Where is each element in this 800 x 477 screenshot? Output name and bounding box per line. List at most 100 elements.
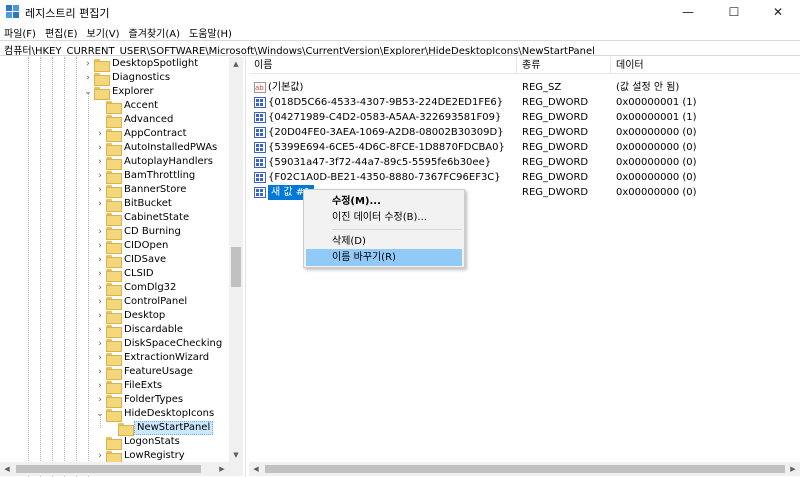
tree-item[interactable]: › LowRegistry <box>0 449 229 464</box>
value-row[interactable]: {20D04FE0-3AEA-1069-A2D8-08002B30309D} RE… <box>249 125 800 140</box>
chevron-right-icon[interactable]: › <box>95 309 105 323</box>
folder-icon <box>106 185 122 198</box>
tree-item[interactable]: › DesktopSpotlight <box>0 57 229 72</box>
tree-item[interactable]: › ExtractionWizard <box>0 351 229 366</box>
chevron-right-icon[interactable]: › <box>95 365 105 379</box>
tree-item[interactable]: › CIDOpen <box>0 239 229 254</box>
dword-value-icon <box>254 97 266 108</box>
chevron-right-icon[interactable] <box>95 99 105 113</box>
tree-item[interactable]: › BitBucket <box>0 197 229 212</box>
close-button[interactable]: ✕ <box>756 0 800 24</box>
chevron-right-icon[interactable]: › <box>95 295 105 309</box>
tree-vertical-scrollbar[interactable]: ▲ ▼ <box>229 57 243 462</box>
tree-item[interactable]: ⌄ Explorer <box>0 85 229 100</box>
tree-item[interactable]: Accent <box>0 99 229 114</box>
chevron-right-icon[interactable]: › <box>95 239 105 253</box>
tree-item[interactable]: › CLSID <box>0 267 229 282</box>
chevron-right-icon[interactable]: › <box>95 449 105 463</box>
minimize-button[interactable]: — <box>666 0 710 24</box>
chevron-right-icon[interactable]: › <box>95 225 105 239</box>
scroll-left-arrow-icon[interactable]: ◀ <box>0 462 14 476</box>
scroll-right-arrow-icon[interactable]: ▶ <box>215 462 229 476</box>
column-header-name[interactable]: 이름 <box>249 57 517 74</box>
tree-item[interactable]: › Desktop <box>0 309 229 324</box>
tree-item[interactable]: › ComDlg32 <box>0 281 229 296</box>
tree-item-label: NewStartPanel <box>134 421 214 435</box>
value-row[interactable]: {018D5C66-4533-4307-9B53-224DE2ED1FE6} RE… <box>249 95 800 110</box>
list-hscroll-thumb[interactable] <box>265 465 785 473</box>
modify-binary-menu-item[interactable]: 이진 데이터 수정(B)... <box>306 209 462 226</box>
chevron-right-icon[interactable]: › <box>95 337 105 351</box>
chevron-right-icon[interactable] <box>95 211 105 225</box>
tree-item[interactable]: ⌄ HideDesktopIcons <box>0 407 229 422</box>
column-header-data[interactable]: 데이터 <box>611 57 800 74</box>
tree-item[interactable]: › FileExts <box>0 379 229 394</box>
tree-item[interactable]: › BannerStore <box>0 183 229 198</box>
chevron-right-icon[interactable]: › <box>83 71 93 85</box>
tree-item[interactable]: › FolderTypes <box>0 393 229 408</box>
chevron-right-icon[interactable]: › <box>83 57 93 71</box>
chevron-right-icon[interactable]: › <box>95 155 105 169</box>
menu-help[interactable]: 도움말(H) <box>185 24 237 40</box>
menu-favorites[interactable]: 즐겨찾기(A) <box>125 24 185 40</box>
value-row[interactable]: {04271989-C4D2-0583-A5AA-322693581F09} RE… <box>249 110 800 125</box>
chevron-right-icon[interactable]: › <box>95 253 105 267</box>
tree-item[interactable]: › AutoInstalledPWAs <box>0 141 229 156</box>
tree-item[interactable]: › BamThrottling <box>0 169 229 184</box>
scroll-left-arrow-icon[interactable]: ◀ <box>249 462 263 476</box>
chevron-right-icon[interactable]: › <box>95 281 105 295</box>
value-row[interactable]: {59031a47-3f72-44a7-89c5-5595fe6b30ee} RE… <box>249 155 800 170</box>
tree-item[interactable]: Advanced <box>0 113 229 128</box>
scroll-down-arrow-icon[interactable]: ▼ <box>229 448 243 462</box>
value-row[interactable]: ab (기본값) REG_SZ (값 설정 안 됨) <box>249 80 800 95</box>
tree-item[interactable]: › ControlPanel <box>0 295 229 310</box>
maximize-button[interactable]: ☐ <box>712 0 756 24</box>
column-header-type[interactable]: 종류 <box>517 57 611 74</box>
scroll-up-arrow-icon[interactable]: ▲ <box>229 57 243 71</box>
folder-icon <box>106 171 122 184</box>
tree-guide-line <box>76 57 77 477</box>
chevron-right-icon[interactable] <box>95 435 105 449</box>
list-horizontal-scrollbar[interactable]: ◀ ▶ <box>249 462 800 476</box>
tree-item[interactable]: › Discardable <box>0 323 229 338</box>
chevron-right-icon[interactable]: › <box>95 323 105 337</box>
tree-item[interactable]: › AppContract <box>0 127 229 142</box>
tree-hscroll-thumb[interactable] <box>16 465 201 473</box>
folder-icon <box>106 311 122 324</box>
value-data: 0x00000000 (0) <box>616 172 697 183</box>
tree-item[interactable]: › DiskSpaceChecking <box>0 337 229 352</box>
menu-file[interactable]: 파일(F) <box>0 24 41 40</box>
value-row[interactable]: {5399E694-6CE5-4D6C-8FCE-1D8870FDCBA0} RE… <box>249 140 800 155</box>
chevron-right-icon[interactable]: › <box>95 127 105 141</box>
chevron-right-icon[interactable] <box>107 421 117 435</box>
tree-item[interactable]: › CD Burning <box>0 225 229 240</box>
delete-menu-item[interactable]: 삭제(D) <box>306 233 462 250</box>
chevron-right-icon[interactable]: › <box>95 197 105 211</box>
menu-view[interactable]: 보기(V) <box>83 24 125 40</box>
tree-horizontal-scrollbar[interactable]: ◀ ▶ <box>0 462 229 476</box>
tree-item[interactable]: CabinetState <box>0 211 229 226</box>
chevron-right-icon[interactable]: › <box>95 267 105 281</box>
tree-item[interactable]: › CIDSave <box>0 253 229 268</box>
chevron-right-icon[interactable]: › <box>95 141 105 155</box>
value-row[interactable]: {F02C1A0D-BE21-4350-8880-7367FC96EF3C} RE… <box>249 170 800 185</box>
tree-item[interactable]: LogonStats <box>0 435 229 450</box>
rename-menu-item[interactable]: 이름 바꾸기(R) <box>306 249 462 266</box>
modify-menu-item[interactable]: 수정(M)... <box>306 193 462 210</box>
tree-item[interactable]: NewStartPanel <box>0 421 229 436</box>
scroll-right-arrow-icon[interactable]: ▶ <box>786 462 800 476</box>
chevron-right-icon[interactable]: › <box>95 379 105 393</box>
folder-icon <box>106 227 122 240</box>
chevron-right-icon[interactable]: › <box>95 183 105 197</box>
tree-item[interactable]: › Diagnostics <box>0 71 229 86</box>
menu-edit[interactable]: 편집(E) <box>41 24 83 40</box>
address-bar[interactable]: 컴퓨터\HKEY_CURRENT_USER\SOFTWARE\Microsoft… <box>0 40 800 56</box>
tree-item[interactable]: › FeatureUsage <box>0 365 229 380</box>
tree-scroll-thumb[interactable] <box>231 247 241 287</box>
value-type: REG_DWORD <box>522 187 589 198</box>
chevron-right-icon[interactable] <box>95 113 105 127</box>
tree-item[interactable]: › AutoplayHandlers <box>0 155 229 170</box>
chevron-right-icon[interactable]: › <box>95 393 105 407</box>
chevron-right-icon[interactable]: › <box>95 351 105 365</box>
chevron-right-icon[interactable]: › <box>95 169 105 183</box>
